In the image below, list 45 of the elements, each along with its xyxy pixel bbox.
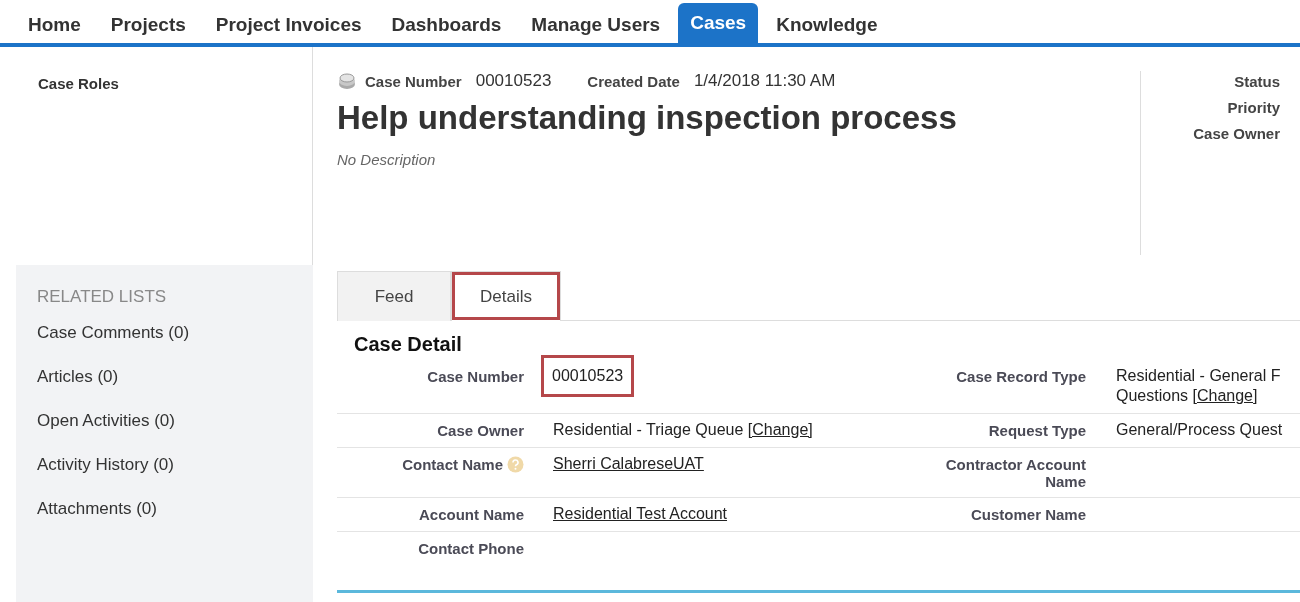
case-title: Help understanding inspection process bbox=[337, 99, 958, 137]
field-value: Residential - General F Questions [Change] bbox=[1115, 366, 1282, 406]
related-list-link[interactable]: Articles (0) bbox=[37, 367, 119, 387]
field-label: Case Number bbox=[426, 367, 524, 385]
field-value: 00010523 bbox=[544, 358, 632, 394]
field-label: Case Record Type bbox=[955, 367, 1086, 385]
contact-link[interactable]: Sherri CalabreseUAT bbox=[553, 455, 704, 472]
contact-link[interactable]: Residential Test Account bbox=[553, 505, 728, 522]
field-label: Status bbox=[1234, 73, 1280, 90]
field-label: Account Name bbox=[417, 505, 524, 523]
section-title: Case Roles bbox=[38, 75, 119, 92]
tab[interactable]: Feed bbox=[337, 271, 451, 321]
change-link[interactable]: [Change] bbox=[1192, 387, 1258, 404]
field-label: Contractor Account Name bbox=[944, 455, 1086, 490]
field-label: Contact Name bbox=[402, 456, 503, 473]
related-list-link[interactable]: Case Comments (0) bbox=[37, 323, 190, 343]
field-label: Customer Name bbox=[969, 505, 1086, 523]
nav-tab[interactable]: Projects bbox=[98, 7, 198, 43]
related-list-link[interactable]: Attachments (0) bbox=[37, 499, 157, 519]
nav-tab[interactable]: Manage Users bbox=[519, 7, 673, 43]
field-label: Case Owner bbox=[436, 421, 524, 439]
related-list-link[interactable]: Activity History (0) bbox=[37, 455, 174, 475]
section-title: RELATED LISTS bbox=[37, 287, 168, 307]
change-link[interactable]: [Change] bbox=[747, 421, 813, 438]
nav-tab[interactable]: Project Invoices bbox=[203, 7, 374, 43]
section-title: Case Detail bbox=[354, 333, 463, 356]
field-label: Created Date bbox=[587, 72, 680, 90]
field-label: Priority bbox=[1227, 99, 1280, 116]
case-icon bbox=[337, 71, 357, 91]
nav-tab[interactable]: Dashboards bbox=[379, 7, 514, 43]
field-label: Contact Phone bbox=[417, 539, 524, 557]
field-value: 00010523 bbox=[475, 71, 552, 91]
description-text: No Description bbox=[337, 151, 437, 168]
field-label: Request Type bbox=[987, 421, 1086, 439]
tab[interactable]: Details bbox=[451, 271, 561, 321]
field-value: General/Process Quest bbox=[1115, 420, 1284, 440]
field-value: Residential - Triage Queue [Change] bbox=[552, 420, 814, 440]
field-label: Case Number bbox=[365, 72, 462, 90]
help-icon[interactable] bbox=[507, 456, 524, 473]
nav-tab[interactable]: Knowledge bbox=[764, 7, 890, 43]
field-value: 1/4/2018 11:30 AM bbox=[693, 71, 836, 91]
field-label: Case Owner bbox=[1193, 125, 1280, 142]
related-list-link[interactable]: Open Activities (0) bbox=[37, 411, 175, 431]
nav-tab[interactable]: Cases bbox=[678, 3, 759, 43]
nav-tab[interactable]: Home bbox=[16, 7, 93, 43]
